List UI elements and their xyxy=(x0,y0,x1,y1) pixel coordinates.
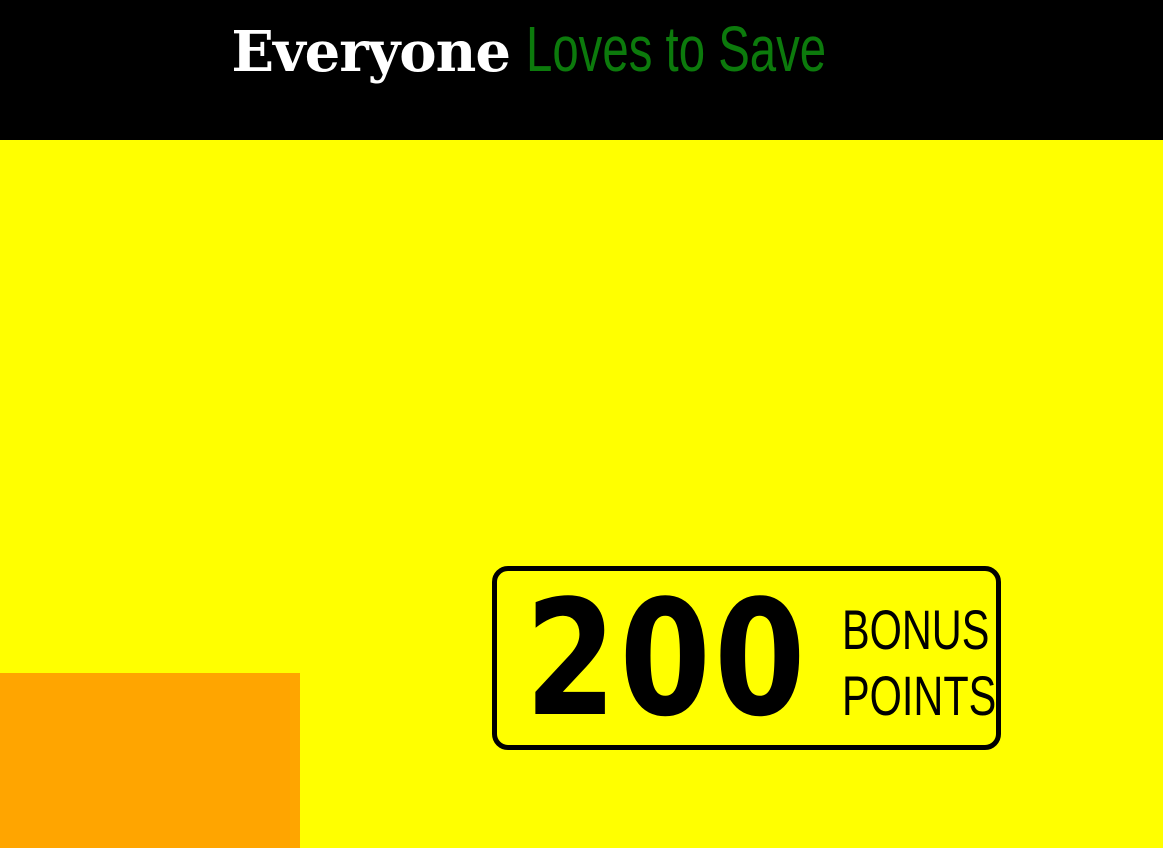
bonus-points-label: BONUS POINTS xyxy=(842,597,996,729)
bonus-points-number: 200 xyxy=(525,565,809,752)
page: Everyone Loves to Save 200 BONUS POINTS xyxy=(0,0,1163,848)
bonus-points-badge: 200 BONUS POINTS xyxy=(492,566,1001,750)
orange-block xyxy=(0,673,300,848)
bonus-label-line2: POINTS xyxy=(842,664,997,727)
bonus-label-line1: BONUS xyxy=(842,598,990,661)
headline: Everyone Loves to Save xyxy=(0,14,1163,102)
headline-everyone: Everyone xyxy=(231,19,511,85)
header-bar: Everyone Loves to Save xyxy=(0,0,1163,140)
headline-loves-to-save: Loves to Save xyxy=(526,13,827,85)
